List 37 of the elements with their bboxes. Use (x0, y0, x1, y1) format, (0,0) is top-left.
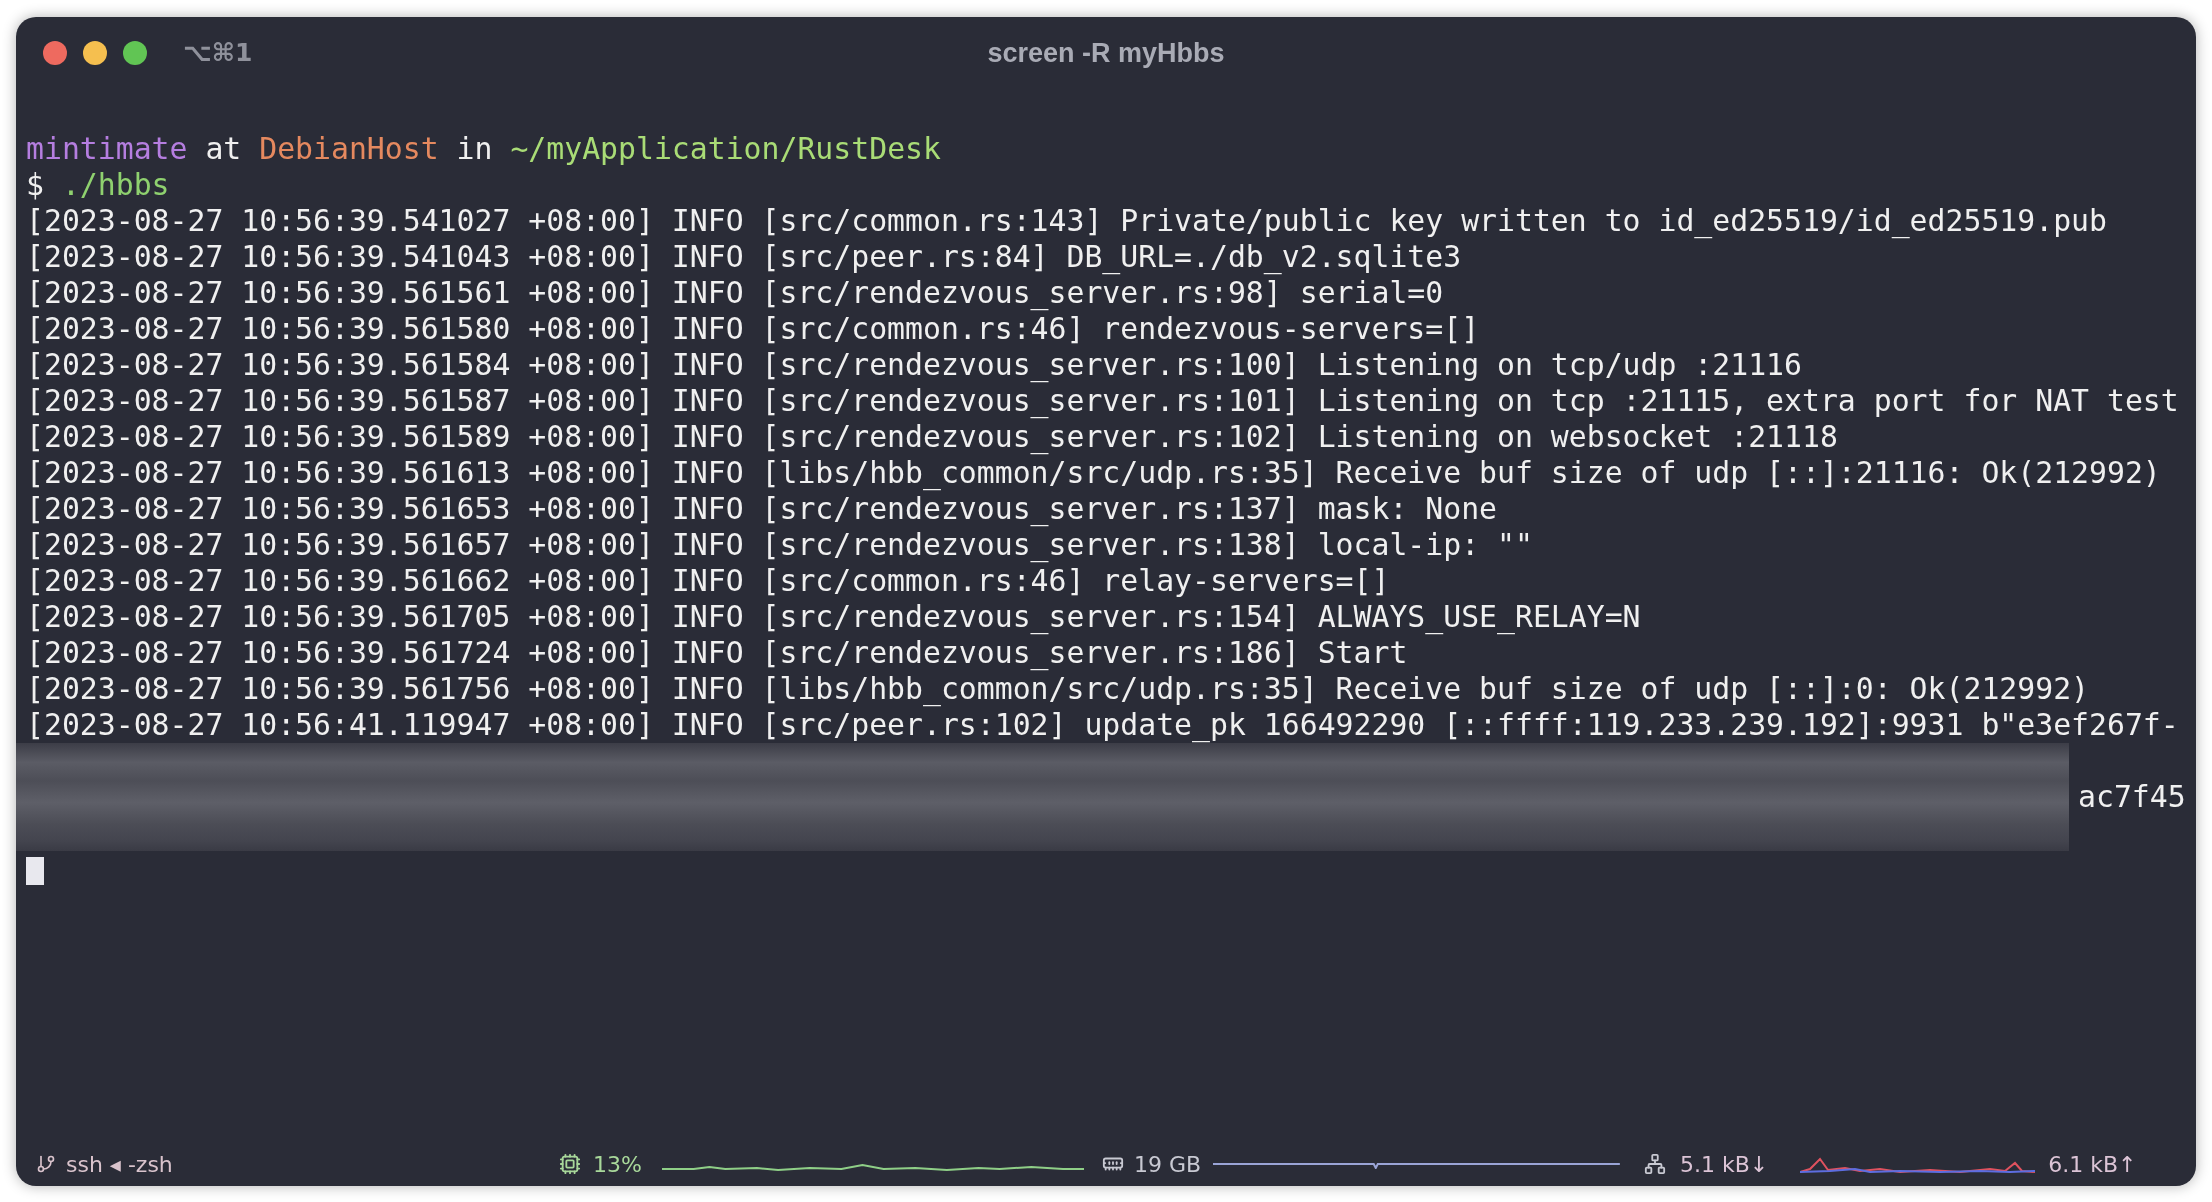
prompt-username: mintimate (26, 131, 188, 167)
prompt-text: at (205, 131, 242, 167)
log-line: [2023-08-27 10:56:39.541027 +08:00] INFO [src/common.rs:143] Private/public key written to id_ed25519/id_ed25519.pub (26, 203, 2108, 239)
log-line-tail: ac7f45 (2078, 779, 2186, 815)
log-line: [2023-08-27 10:56:39.561561 +08:00] INFO [src/rendezvous_server.rs:98] serial=0 (26, 275, 1445, 311)
session-name: ssh ◂ -zsh (66, 1150, 173, 1179)
close-button[interactable] (43, 41, 67, 65)
log-line: [2023-08-27 10:56:39.561705 +08:00] INFO [src/rendezvous_server.rs:154] ALWAYS_USE_RELAY=N (26, 599, 1642, 635)
log-line: [2023-08-27 10:56:41.119947 +08:00] INFO [src/peer.rs:102] update_pk 166492290 [::ffff:119.233.239.192]:9931 b"e3ef267f- (26, 707, 2180, 743)
log-line: [2023-08-27 10:56:39.561589 +08:00] INFO [src/rendezvous_server.rs:102] Listening on websocket :21118 (26, 419, 1839, 455)
log-line: [2023-08-27 10:56:39.561584 +08:00] INFO [src/rendezvous_server.rs:100] Listening on tcp/udp :21116 (26, 347, 1803, 383)
tab-shortcut: ⌥⌘1 (183, 37, 253, 70)
log-line: [2023-08-27 10:56:39.561613 +08:00] INFO [libs/hbb_common/src/udp.rs:35] Receive buf size of udp [::]:21116: Ok(212992) (26, 455, 2162, 491)
minimize-button[interactable] (83, 41, 107, 65)
log-line: [2023-08-27 10:56:39.561657 +08:00] INFO [src/rendezvous_server.rs:138] local-ip: "" (26, 527, 1534, 563)
log-line: [2023-08-27 10:56:39.561587 +08:00] INFO [src/rendezvous_server.rs:101] Listening on tcp :21115, extra port for NAT test (26, 383, 2180, 419)
log-line: [2023-08-27 10:56:39.561662 +08:00] INFO [src/common.rs:46] relay-servers=[] (26, 563, 1391, 599)
network-icon (1644, 1153, 1666, 1175)
command-text: ./hbbs (61, 167, 170, 203)
log-line: [2023-08-27 10:56:39.561580 +08:00] INFO [src/common.rs:46] rendezvous-servers=[] (26, 311, 1481, 347)
download-rate: 5.1 kB↓ (1680, 1150, 1769, 1179)
memory-usage: 19 GB (1134, 1150, 1202, 1179)
log-line: [2023-08-27 10:56:39.561756 +08:00] INFO [libs/hbb_common/src/udp.rs:35] Receive buf size of udp [::]:0: Ok(212992) (26, 671, 2090, 707)
cpu-icon (559, 1153, 581, 1175)
prompt-hostname: DebianHost (259, 131, 439, 167)
log-line: [2023-08-27 10:56:39.541043 +08:00] INFO [src/peer.rs:84] DB_URL=./db_v2.sqlite3 (26, 239, 1463, 275)
zoom-button[interactable] (123, 41, 147, 65)
cpu-usage: 13% (593, 1150, 642, 1179)
prompt-path: ~/myApplication/RustDesk (510, 131, 941, 167)
prompt-symbol: $ (26, 167, 44, 203)
prompt-text: in (456, 131, 493, 167)
log-line: [2023-08-27 10:56:39.561653 +08:00] INFO [src/rendezvous_server.rs:137] mask: None (26, 491, 1499, 527)
window-title: screen -R myHbbs (987, 36, 1225, 70)
branch-icon (36, 1154, 56, 1174)
upload-rate: 6.1 kB↑ (2048, 1150, 2137, 1179)
cursor-block (26, 857, 44, 885)
log-line: [2023-08-27 10:56:39.561724 +08:00] INFO [src/rendezvous_server.rs:186] Start (26, 635, 1409, 671)
